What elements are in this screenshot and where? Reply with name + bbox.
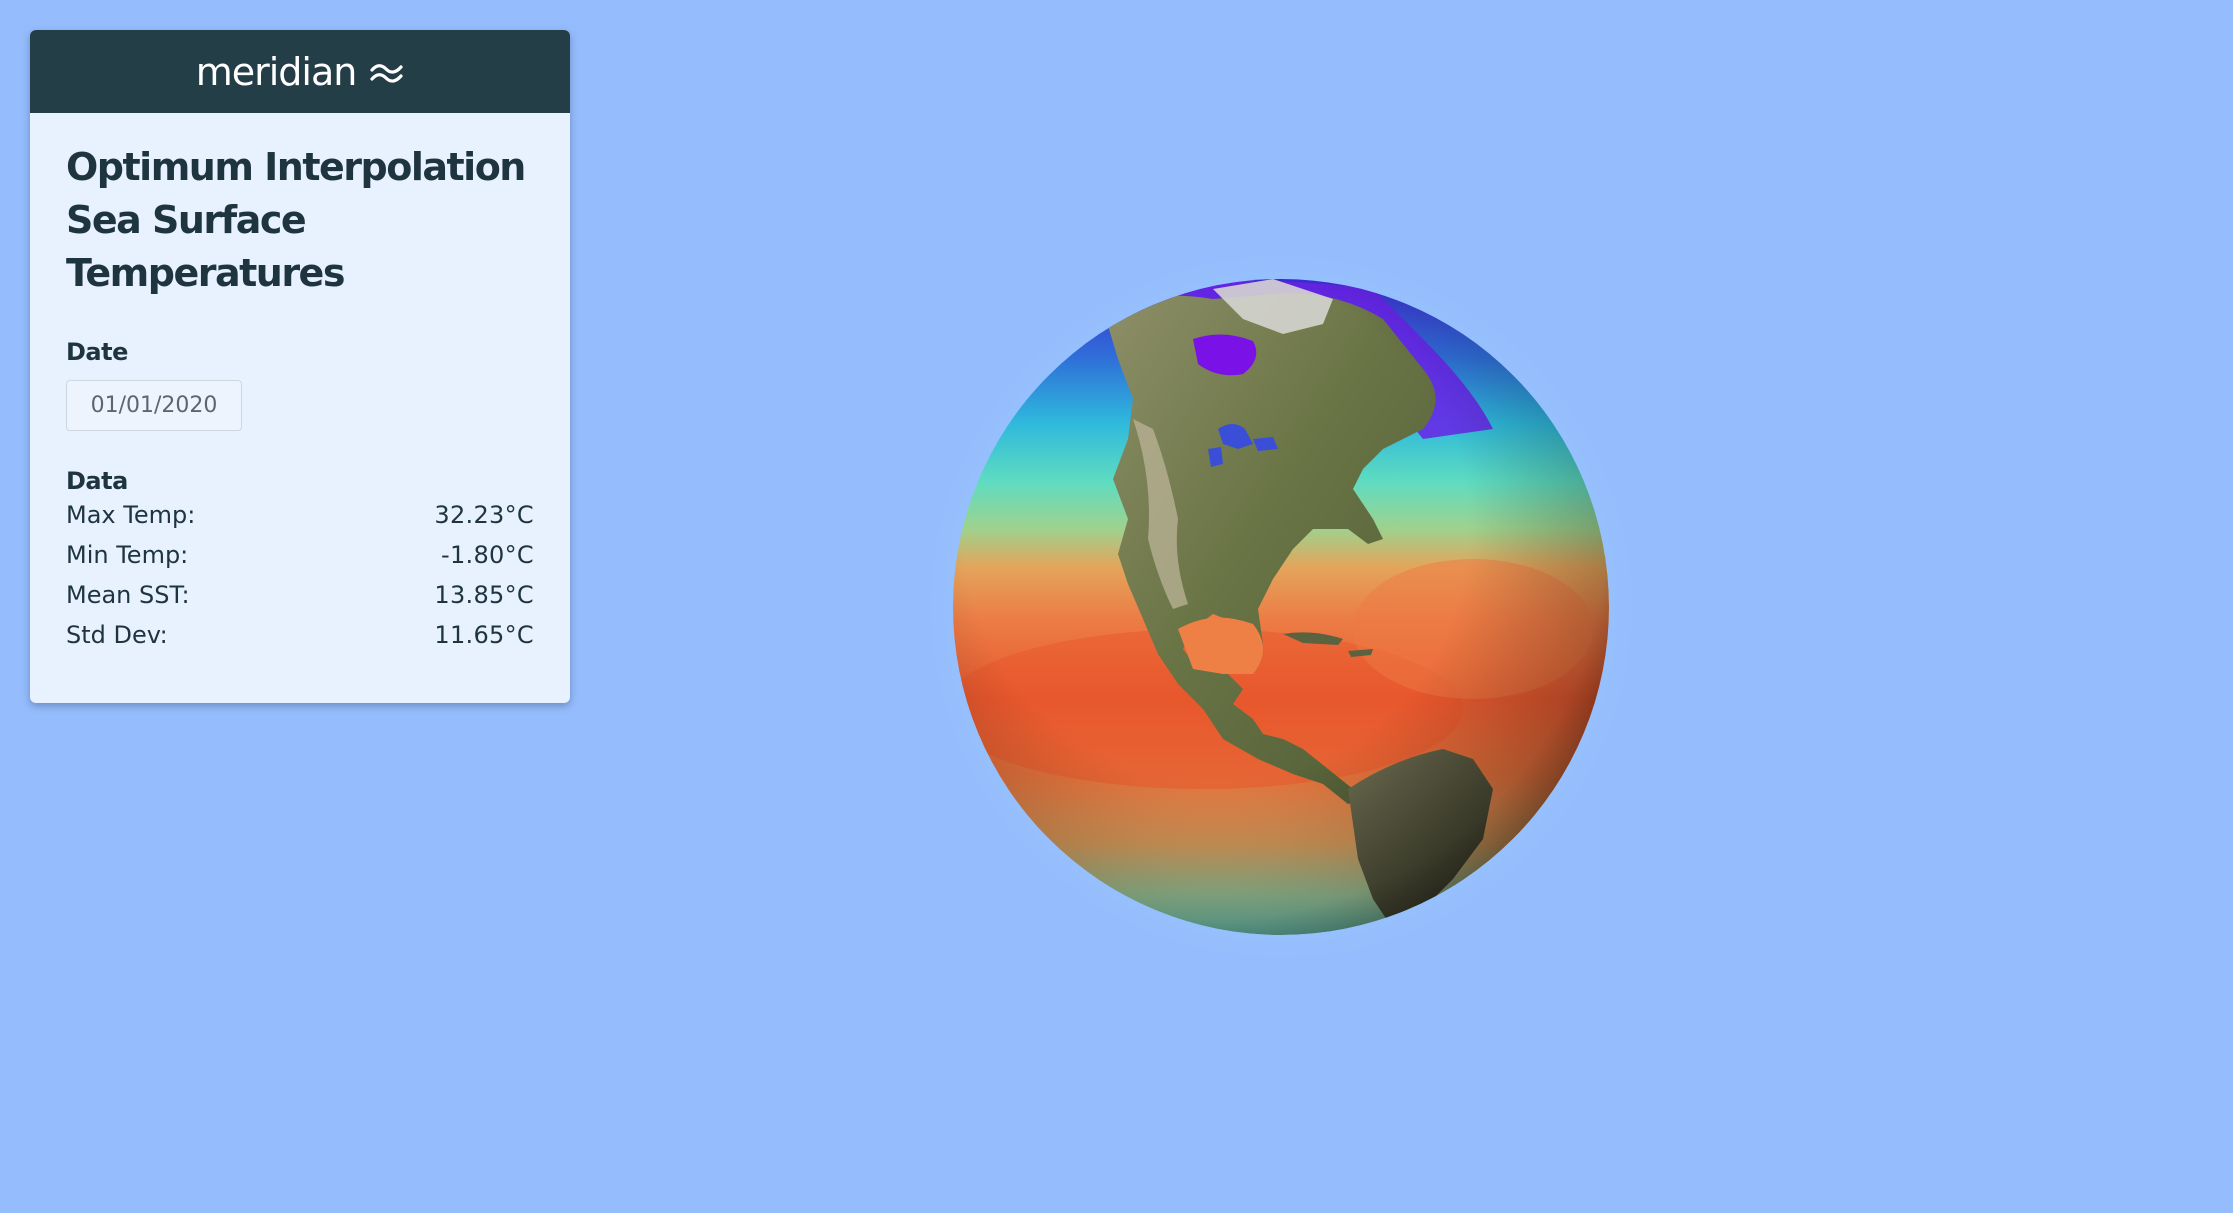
stat-label: Min Temp: <box>66 541 189 569</box>
stat-label: Max Temp: <box>66 501 196 529</box>
info-panel: meridian Optimum Interpolation Sea Surfa… <box>30 30 570 703</box>
stat-row-max-temp: Max Temp: 32.23°C <box>66 501 534 541</box>
stat-value: 11.65°C <box>434 621 534 649</box>
stats-list: Max Temp: 32.23°C Min Temp: -1.80°C Mean… <box>66 501 534 661</box>
stat-label: Mean SST: <box>66 581 190 609</box>
stat-value: 32.23°C <box>434 501 534 529</box>
panel-header: meridian <box>30 30 570 113</box>
date-label: Date <box>66 338 128 366</box>
brand-name: meridian <box>195 49 358 94</box>
globe-viewer[interactable] <box>863 189 1699 1025</box>
waves-icon <box>370 60 404 84</box>
stat-label: Std Dev: <box>66 621 168 649</box>
stat-value: -1.80°C <box>441 541 534 569</box>
stat-row-std-dev: Std Dev: 11.65°C <box>66 621 534 661</box>
stat-value: 13.85°C <box>434 581 534 609</box>
data-label: Data <box>66 467 128 495</box>
panel-body: Optimum Interpolation Sea Surface Temper… <box>30 113 570 661</box>
stat-row-min-temp: Min Temp: -1.80°C <box>66 541 534 581</box>
page-title: Optimum Interpolation Sea Surface Temper… <box>66 145 526 295</box>
date-input[interactable]: 01/01/2020 <box>66 380 242 431</box>
stat-row-mean-sst: Mean SST: 13.85°C <box>66 581 534 621</box>
sst-globe[interactable] <box>953 279 1609 935</box>
